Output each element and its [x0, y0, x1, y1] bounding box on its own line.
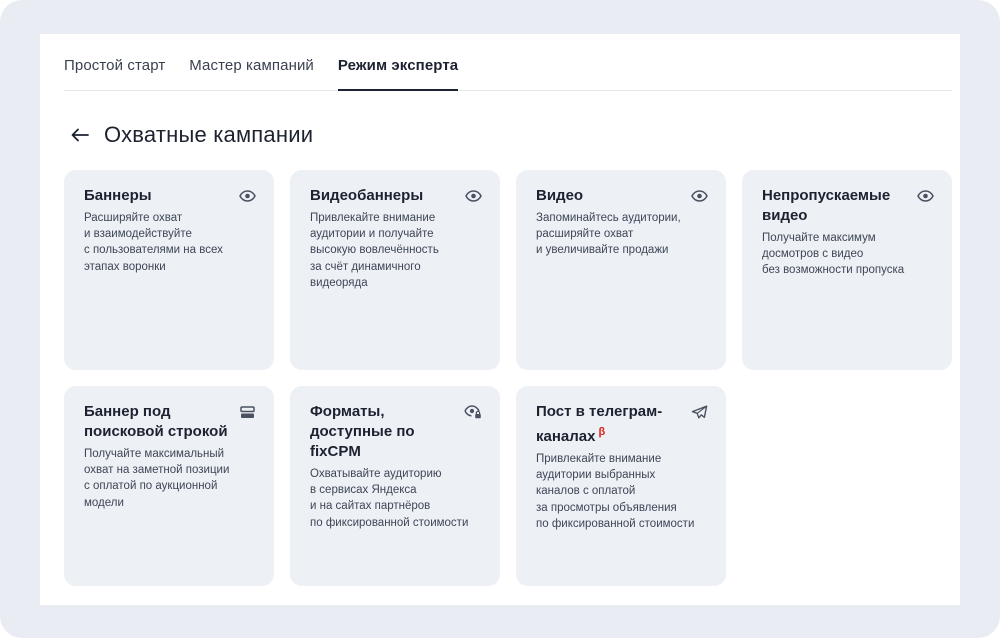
eye-icon — [690, 187, 708, 205]
page-heading: Охватные кампании — [68, 120, 313, 150]
card-title-text: Пост в телеграм-каналах — [536, 403, 663, 445]
card-banners[interactable]: Баннеры Расширяйте охват и взаимодейству… — [64, 170, 274, 370]
eye-icon — [916, 187, 934, 205]
card-non-skippable-video[interactable]: Непропускаемые видео Получайте максимум … — [742, 170, 952, 370]
mode-tabs: Простой старт Мастер кампаний Режим эксп… — [64, 34, 952, 91]
beta-badge: β — [598, 426, 606, 438]
card-title: Баннеры — [84, 187, 152, 204]
card-telegram-post[interactable]: Пост в телеграм-каналах β Привлекайте вни… — [516, 386, 726, 586]
search-banner-icon — [238, 403, 256, 421]
page-title: Охватные кампании — [104, 122, 314, 147]
tab-simple-start[interactable]: Простой старт — [64, 57, 165, 90]
card-fixcpm-formats[interactable]: Форматы, доступные по fixCPM Охватывайте… — [290, 386, 500, 586]
eye-icon — [464, 187, 482, 205]
card-title: Форматы, доступные по fixCPM — [310, 403, 415, 460]
back-button[interactable] — [68, 123, 92, 147]
arrow-left-icon — [71, 128, 89, 142]
eye-lock-icon — [464, 403, 482, 421]
card-description: Запоминайтесь аудитории, расширяйте охва… — [536, 212, 681, 257]
card-description: Получайте максимум досмотров с видео без… — [762, 232, 905, 277]
tab-campaign-master[interactable]: Мастер кампаний — [189, 57, 314, 90]
card-video[interactable]: Видео Запоминайтесь аудитории, расширяйт… — [516, 170, 726, 370]
content-panel: Простой старт Мастер кампаний Режим эксп… — [40, 34, 960, 605]
card-title: Пост в телеграм-каналах β — [536, 402, 706, 447]
card-video-banners[interactable]: Видеобаннеры Привлекайте внимание аудито… — [290, 170, 500, 370]
tab-expert-mode[interactable]: Режим эксперта — [337, 57, 459, 91]
card-description: Привлекайте внимание аудитории выбранных… — [536, 453, 695, 530]
card-description: Привлекайте внимание аудитории и получай… — [310, 212, 439, 289]
card-title: Видео — [536, 187, 584, 204]
card-description: Расширяйте охват и взаимодействуйте с по… — [84, 212, 223, 273]
card-title: Видеобаннеры — [310, 187, 424, 204]
telegram-icon — [690, 403, 708, 421]
card-title: Баннер под поисковой строкой — [84, 403, 228, 440]
window-frame: Простой старт Мастер кампаний Режим эксп… — [0, 0, 1000, 638]
card-description: Получайте максимальный охват на заметной… — [84, 448, 230, 509]
card-description: Охватывайте аудиторию в сервисах Яндекса… — [310, 468, 469, 529]
card-title: Непропускаемые видео — [762, 187, 891, 224]
card-search-banner[interactable]: Баннер под поисковой строкой Получайте м… — [64, 386, 274, 586]
eye-icon — [238, 187, 256, 205]
